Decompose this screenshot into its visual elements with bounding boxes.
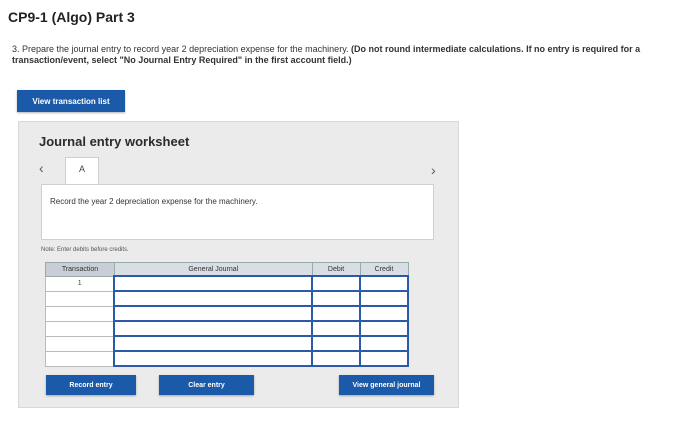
credit-field[interactable] [359,335,409,352]
account-field[interactable] [113,350,314,367]
chevron-right-icon[interactable]: › [431,162,436,178]
clear-entry-button[interactable]: Clear entry [159,375,254,395]
credit-field[interactable] [359,320,409,337]
table-row [45,290,409,307]
header-credit: Credit [359,262,409,277]
credit-field[interactable] [359,275,409,292]
tab-a[interactable]: A [65,157,99,184]
header-transaction: Transaction [45,262,115,277]
journal-entry-worksheet: Journal entry worksheet ‹ A › Record the… [18,121,459,408]
credit-field[interactable] [359,290,409,307]
account-field[interactable] [113,305,314,322]
credit-field[interactable] [359,305,409,322]
debit-field[interactable] [311,320,362,337]
debits-note: Note: Enter debits before credits. [41,247,129,253]
debit-field[interactable] [311,290,362,307]
transaction-cell [45,305,115,322]
transaction-cell: 1 [45,275,115,292]
debit-field[interactable] [311,305,362,322]
transaction-description-box: Record the year 2 depreciation expense f… [41,184,434,240]
transaction-cell [45,320,115,337]
table-row [45,305,409,322]
table-row [45,320,409,337]
header-general-journal: General Journal [113,262,313,277]
view-transaction-list-button[interactable]: View transaction list [17,90,125,112]
record-entry-button[interactable]: Record entry [46,375,136,395]
transaction-cell [45,290,115,307]
account-field[interactable] [113,335,314,352]
table-row [45,335,409,352]
table-row [45,350,409,367]
transaction-cell [45,350,115,367]
worksheet-title: Journal entry worksheet [39,134,190,149]
table-row: 1 [45,275,409,292]
header-debit: Debit [311,262,361,277]
view-general-journal-button[interactable]: View general journal [339,375,434,395]
credit-field[interactable] [359,350,409,367]
chevron-left-icon[interactable]: ‹ [39,160,44,176]
journal-table: Transaction General Journal Debit Credit… [45,262,409,367]
question-text: 3. Prepare the journal entry to record y… [12,44,672,66]
account-field[interactable] [113,290,314,307]
account-field[interactable] [113,275,314,292]
debit-field[interactable] [311,275,362,292]
debit-field[interactable] [311,335,362,352]
transaction-cell [45,335,115,352]
question-instruction: 3. Prepare the journal entry to record y… [12,44,349,54]
transaction-description: Record the year 2 depreciation expense f… [50,197,258,206]
account-field[interactable] [113,320,314,337]
debit-field[interactable] [311,350,362,367]
page-title: CP9-1 (Algo) Part 3 [8,9,135,25]
